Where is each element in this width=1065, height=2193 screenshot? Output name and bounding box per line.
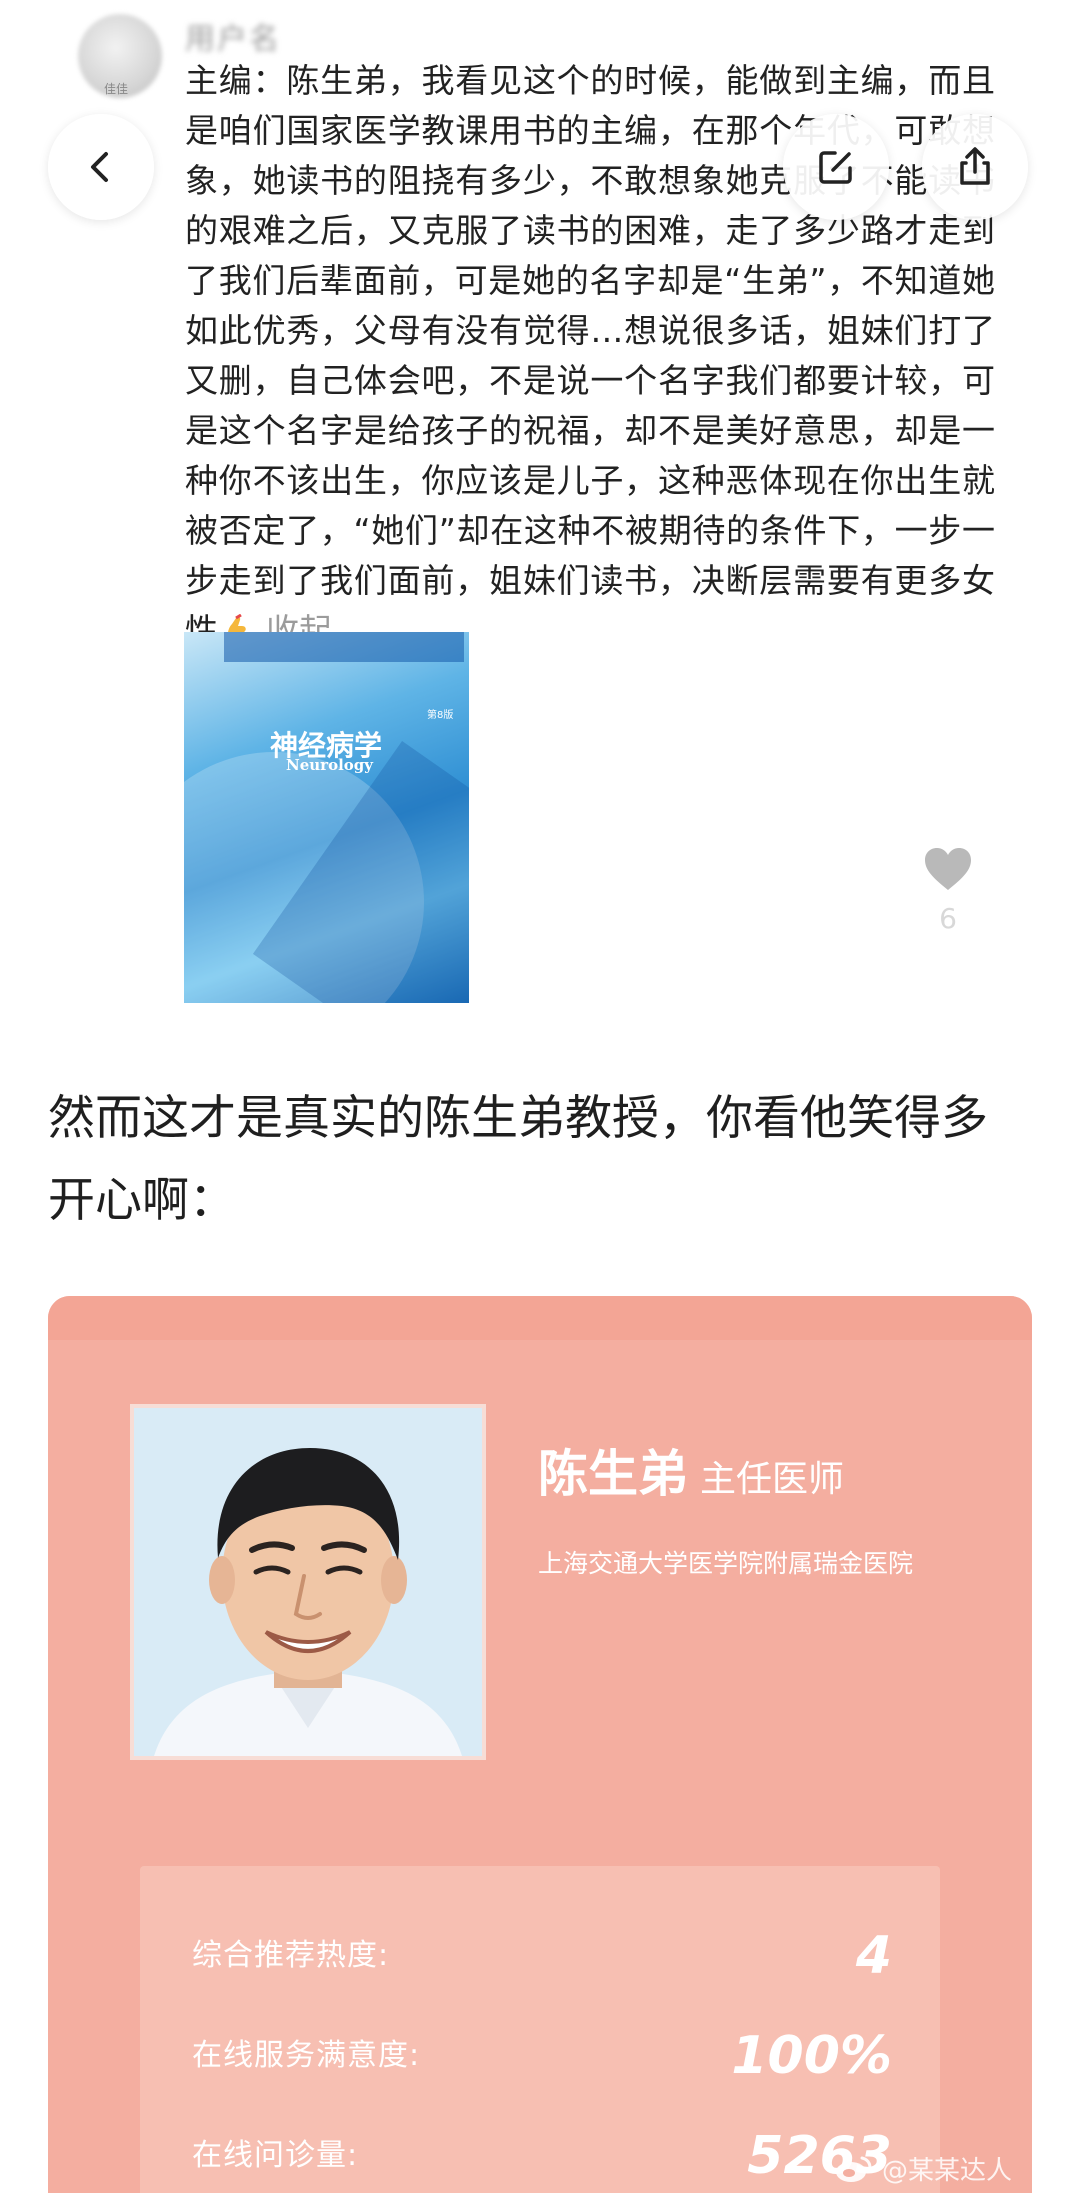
back-button[interactable] [48, 114, 154, 220]
share-icon [960, 147, 990, 185]
stats-panel: 综合推荐热度: 4 在线服务满意度: 100% 在线问诊量: 5263 [140, 1866, 940, 2193]
stat-label: 综合推荐热度: [192, 1938, 390, 1973]
stat-value: 4 [855, 1926, 892, 1986]
watermark-text: @某某达人 [881, 2156, 1012, 2186]
share-button[interactable] [922, 114, 1028, 220]
doctor-title: 主任医师 [700, 1459, 845, 1500]
stat-row-satisfaction: 在线服务满意度: 100% [192, 2006, 892, 2086]
comment-screenshot: 佳佳 用户名 主编：陈生弟，我看见这个的时候，能做到主编，而且是咱们国家医学教课… [0, 0, 1065, 1010]
doctor-name-row: 陈生弟 主任医师 [538, 1434, 844, 1506]
stat-row-recommendation: 综合推荐热度: 4 [192, 1906, 892, 1986]
cover-stripe [224, 632, 464, 662]
like-count: 6 [939, 902, 957, 935]
book-edition: 第8版 [427, 710, 454, 721]
heart-icon [925, 848, 971, 890]
doctor-photo[interactable] [130, 1404, 486, 1760]
doctor-hospital: 上海交通大学医学院附属瑞金医院 [538, 1549, 914, 1578]
stat-label: 在线服务满意度: [192, 2038, 421, 2073]
weibo-logo-icon [835, 2156, 872, 2182]
book-cover-image[interactable]: 第8版 神经病学 Neurology [184, 632, 469, 1003]
article-paragraph: 然而这才是真实的陈生弟教授，你看他笑得多开心啊： [48, 1091, 988, 1228]
stat-label: 在线问诊量: [192, 2138, 359, 2173]
doctor-card[interactable]: 陈生弟 主任医师 上海交通大学医学院附属瑞金医院 综合推荐热度: 4 在线服务满意… [48, 1296, 1032, 2193]
watermark: @某某达人 [834, 2150, 1012, 2187]
stat-value: 100% [731, 2026, 892, 2086]
edit-icon [819, 151, 852, 184]
book-subtitle: Neurology [286, 756, 373, 774]
chevron-left-icon [91, 152, 108, 182]
card-top-band [48, 1296, 1032, 1340]
doctor-portrait-image [134, 1408, 482, 1756]
doctor-name: 陈生弟 [538, 1445, 688, 1503]
avatar-tag: 佳佳 [104, 82, 129, 96]
edit-button[interactable] [783, 114, 889, 220]
stat-row-consultations: 在线问诊量: 5263 [192, 2106, 892, 2186]
like-button[interactable]: 6 [922, 846, 974, 935]
comment-username[interactable]: 用户名 [185, 14, 281, 58]
